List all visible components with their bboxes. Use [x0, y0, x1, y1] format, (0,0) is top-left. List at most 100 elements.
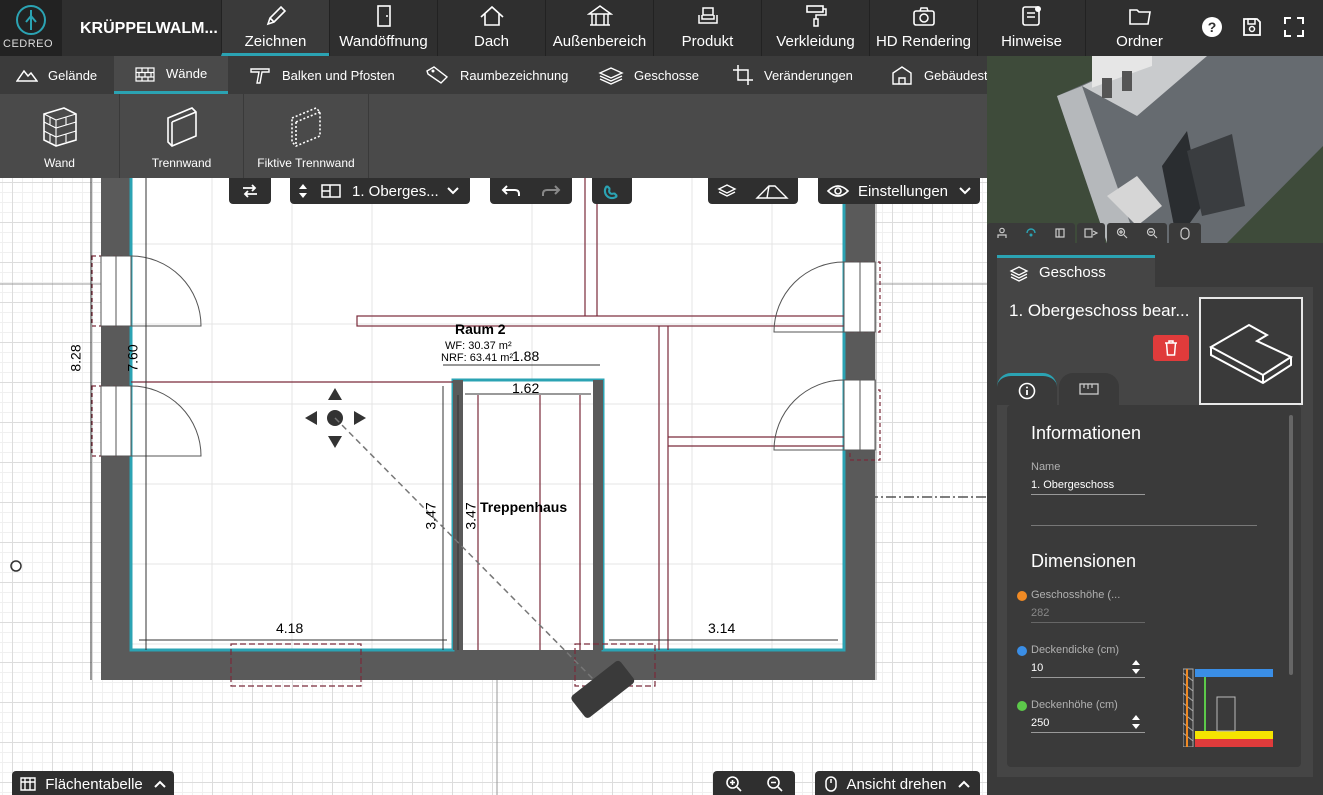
pip-toggle-button[interactable]	[1077, 223, 1105, 243]
zoom-in-icon[interactable]	[725, 775, 743, 793]
fullscreen-icon[interactable]	[1282, 15, 1306, 39]
subnav-raumbezeichnung[interactable]: Raumbezeichnung	[424, 56, 568, 94]
3d-preview-toolbar	[987, 223, 1237, 243]
storey-section-diagram	[1183, 668, 1273, 747]
person-view-icon[interactable]	[996, 227, 1008, 239]
settings-dropdown[interactable]: Einstellungen	[818, 178, 980, 204]
floor-plan-drawing[interactable]	[0, 178, 987, 795]
ceiling-height-dot	[1017, 701, 1027, 711]
delete-button[interactable]	[1153, 335, 1189, 361]
rotate-view-toggle[interactable]: Ansicht drehen	[815, 771, 980, 795]
nav-label: Ordner	[1116, 33, 1163, 50]
nav-ordner[interactable]: Ordner	[1085, 0, 1193, 56]
chevron-up-icon	[957, 780, 970, 788]
tag-icon	[426, 66, 449, 84]
info-icon	[1018, 382, 1036, 399]
tool-trennwand[interactable]: Trennwand	[120, 94, 244, 178]
nav-zeichnen[interactable]: Zeichnen	[221, 0, 329, 56]
divider	[1031, 525, 1257, 526]
nav-verkleidung[interactable]: Verkleidung	[761, 0, 869, 56]
nav-dach[interactable]: Dach	[437, 0, 545, 56]
dim-room-left-width: 4.18	[276, 620, 304, 636]
storey-height-dot	[1017, 591, 1027, 601]
nav-label: Dach	[473, 33, 510, 50]
room-nrf: NRF: 63.41 m²	[441, 352, 514, 364]
subnav-veraenderungen[interactable]: Veränderungen	[732, 56, 853, 94]
magnet-button[interactable]	[592, 178, 632, 204]
wall-view-icon[interactable]	[1054, 227, 1066, 239]
nav-hd-rendering[interactable]: HD Rendering	[869, 0, 977, 56]
subnav-balken[interactable]: Balken und Pfosten	[248, 56, 395, 94]
camera-icon	[912, 7, 935, 26]
nav-label: Zeichnen	[244, 33, 307, 50]
stair-floor	[463, 380, 593, 650]
tab-dimensions[interactable]	[1059, 373, 1119, 405]
swap-button[interactable]	[229, 178, 271, 204]
slab-thickness-dot	[1017, 646, 1027, 656]
roof-view-icon[interactable]	[755, 182, 789, 200]
subnav-label: Veränderungen	[764, 67, 853, 83]
name-label: Name	[1031, 461, 1061, 473]
cedreo-logo[interactable]: CEDREO	[0, 0, 62, 56]
zoom-in-icon[interactable]	[1116, 227, 1128, 239]
tool-label: Trennwand	[151, 156, 212, 170]
3d-preview[interactable]	[987, 56, 1323, 243]
floor-plan-canvas[interactable]: Raum 2 WF: 30.37 m² NRF: 63.41 m² 1.88 1…	[0, 178, 987, 795]
redo-icon[interactable]	[541, 184, 561, 198]
object-title: 1. Obergeschoss bear...	[1009, 301, 1190, 320]
floor-stepper-icon[interactable]	[298, 182, 308, 200]
nav-wandoeffnung[interactable]: Wandöffnung	[329, 0, 437, 56]
info-title: Informationen	[1031, 423, 1142, 443]
subnav-waende[interactable]: Wände	[114, 56, 228, 94]
subnav-gebaeudestatus[interactable]: Gebäudesta	[890, 56, 987, 94]
tool-wand[interactable]: Wand	[0, 94, 120, 178]
ceiling-height-stepper[interactable]	[1131, 714, 1141, 730]
orbit-view-icon[interactable]	[1025, 227, 1037, 239]
tab-geschoss[interactable]: Geschoss	[997, 255, 1155, 287]
terrain-icon	[16, 69, 38, 82]
preview-mouse-button[interactable]	[1169, 223, 1201, 243]
layers-icon	[1009, 265, 1029, 282]
subnav-geschosse[interactable]: Geschosse	[598, 56, 699, 94]
chevron-down-icon	[959, 187, 971, 195]
scrollbar[interactable]	[1289, 415, 1293, 675]
gazebo-icon	[586, 5, 613, 26]
name-field[interactable]: 1. Obergeschoss	[1031, 479, 1145, 495]
nav-label: Wandöffnung	[339, 33, 428, 50]
nav-label: Außenbereich	[552, 33, 647, 50]
undo-icon[interactable]	[501, 184, 521, 198]
area-table-toggle[interactable]: Flächentabelle	[12, 771, 174, 795]
preview-zoom-group	[1107, 223, 1167, 243]
subnav-label: Balken und Pfosten	[282, 67, 395, 83]
ceiling-height-field[interactable]: 250	[1031, 717, 1145, 733]
origin-marker	[10, 560, 22, 572]
ceiling-height-label: Deckenhöhe (cm)	[1031, 699, 1118, 711]
ruler-icon	[1079, 383, 1099, 395]
nav-produkt[interactable]: Produkt	[653, 0, 761, 56]
zoom-out-icon[interactable]	[766, 775, 784, 793]
tab-info[interactable]	[997, 373, 1057, 405]
properties-panel: Geschoss 1. Obergeschoss bear... Informa…	[987, 243, 1323, 795]
help-icon[interactable]: ?	[1200, 15, 1224, 39]
door-icon	[376, 5, 391, 27]
dim-stair-height-right: 3.47	[462, 502, 479, 530]
3d-house-render	[987, 56, 1323, 243]
slab-thickness-field[interactable]: 10	[1031, 662, 1145, 678]
zoom-out-icon[interactable]	[1146, 227, 1158, 239]
tool-fiktive-trennwand[interactable]: Fiktive Trennwand	[244, 94, 369, 178]
floor-shape-icon	[1208, 323, 1294, 385]
subnav-gelaende[interactable]: Gelände	[0, 56, 114, 94]
tab-label: Geschoss	[1039, 264, 1106, 281]
slab-thickness-stepper[interactable]	[1131, 659, 1141, 675]
rotate-view-label: Ansicht drehen	[846, 775, 947, 793]
room-name[interactable]: Raum 2	[455, 321, 506, 337]
project-title[interactable]: KRÜPPELWALM...	[80, 20, 218, 38]
room-wf: WF: 30.37 m²	[445, 340, 512, 352]
tool-label: Wand	[44, 156, 75, 170]
nav-hinweise[interactable]: Hinweise	[977, 0, 1085, 56]
floor-select[interactable]: 1. Oberges...	[290, 178, 470, 204]
save-icon[interactable]	[1240, 15, 1264, 39]
nav-aussenbereich[interactable]: Außenbereich	[545, 0, 653, 56]
layers-icon[interactable]	[717, 183, 737, 199]
stair-name[interactable]: Treppenhaus	[480, 499, 567, 515]
